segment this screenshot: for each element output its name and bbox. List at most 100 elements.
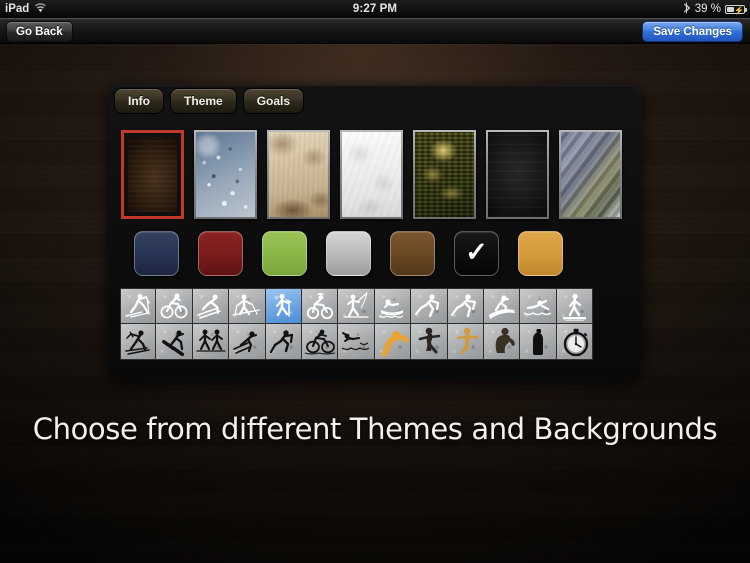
tab-bar: Info Theme Goals bbox=[114, 88, 305, 114]
beige-grunge-texture[interactable] bbox=[267, 130, 330, 219]
icon-glyph bbox=[158, 325, 191, 358]
alpine-ski-icon[interactable] bbox=[229, 324, 266, 360]
icon-glyph bbox=[303, 290, 336, 323]
status-bar-time: 9:27 PM bbox=[352, 3, 398, 15]
texture-preview bbox=[196, 132, 255, 217]
dark-wood-texture[interactable] bbox=[121, 130, 184, 219]
gold-runner-icon[interactable] bbox=[447, 324, 484, 360]
texture-preview bbox=[128, 137, 177, 212]
icon-glyph bbox=[521, 290, 554, 323]
save-changes-label: Save Changes bbox=[653, 25, 732, 38]
color-swatch-navy[interactable] bbox=[134, 231, 179, 276]
texture-frame bbox=[340, 130, 403, 219]
downhill-ski-icon[interactable] bbox=[192, 288, 230, 324]
tab-label: Goals bbox=[256, 94, 291, 108]
texture-frame bbox=[194, 130, 257, 219]
icon-glyph bbox=[122, 290, 155, 323]
color-swatch-black[interactable]: ✓ bbox=[454, 231, 499, 276]
texture-preview bbox=[415, 132, 474, 217]
road-cycling-icon[interactable] bbox=[301, 324, 339, 360]
sprint-icon[interactable] bbox=[447, 288, 484, 324]
icon-glyph bbox=[158, 290, 191, 323]
fishing-icon[interactable] bbox=[338, 288, 375, 324]
icon-glyph bbox=[376, 290, 409, 323]
icon-glyph bbox=[449, 290, 482, 323]
icon-glyph bbox=[267, 290, 300, 323]
icon-glyph bbox=[230, 290, 263, 323]
icon-glyph bbox=[558, 325, 591, 358]
swimming-icon[interactable] bbox=[520, 288, 557, 324]
olive-grunge-texture[interactable] bbox=[413, 130, 476, 219]
texture-frame bbox=[121, 130, 184, 219]
icon-glyph bbox=[122, 325, 155, 358]
icon-glyph bbox=[194, 290, 227, 323]
stopwatch-icon[interactable] bbox=[556, 324, 594, 360]
icon-glyph bbox=[485, 325, 518, 358]
bluetooth-icon bbox=[683, 2, 691, 17]
icon-row bbox=[120, 288, 630, 324]
tab-info[interactable]: Info bbox=[114, 88, 164, 114]
texture-preview bbox=[561, 132, 620, 217]
activity-icon-grid bbox=[120, 288, 630, 360]
water-bottle-icon[interactable] bbox=[520, 324, 557, 360]
icon-glyph bbox=[267, 325, 300, 358]
texture-frame bbox=[559, 130, 622, 219]
tab-label: Info bbox=[128, 94, 150, 108]
running-icon[interactable] bbox=[411, 288, 448, 324]
theme-color-row: ✓ bbox=[134, 231, 563, 276]
status-bar-right: 39 % ⚡ bbox=[683, 2, 747, 17]
ski-jump-icon[interactable] bbox=[156, 324, 193, 360]
black-texture[interactable] bbox=[486, 130, 549, 219]
snowboard-icon[interactable] bbox=[483, 288, 521, 324]
tab-theme[interactable]: Theme bbox=[170, 88, 237, 114]
icon-glyph bbox=[558, 290, 591, 323]
sprinter-icon[interactable] bbox=[265, 324, 302, 360]
caption-text: Choose from different Themes and Backgro… bbox=[32, 412, 718, 446]
color-swatch-gold[interactable] bbox=[518, 231, 563, 276]
mountain-bike-icon[interactable] bbox=[301, 288, 339, 324]
color-swatch-dark-red[interactable] bbox=[198, 231, 243, 276]
icon-glyph bbox=[376, 325, 409, 358]
team-skate-icon[interactable] bbox=[192, 324, 230, 360]
icon-glyph bbox=[412, 290, 445, 323]
water-drops-texture[interactable] bbox=[194, 130, 257, 219]
color-swatch-green[interactable] bbox=[262, 231, 307, 276]
color-swatch-brown[interactable] bbox=[390, 231, 435, 276]
orange-crouch-icon[interactable] bbox=[374, 324, 412, 360]
hiking-icon[interactable] bbox=[265, 288, 302, 324]
battery-charging-icon: ⚡ bbox=[725, 4, 747, 15]
blue-streak-texture[interactable] bbox=[559, 130, 622, 219]
texture-preview bbox=[269, 132, 328, 217]
open-water-swim-icon[interactable] bbox=[338, 324, 375, 360]
status-bar: iPad 9:27 PM 39 % ⚡ bbox=[0, 0, 750, 18]
icon-glyph bbox=[230, 325, 263, 358]
icon-glyph bbox=[412, 325, 445, 358]
icon-glyph bbox=[485, 290, 518, 323]
battery-percent: 39 % bbox=[694, 3, 721, 15]
dark-runner-icon[interactable] bbox=[411, 324, 448, 360]
cross-country-ski-icon[interactable] bbox=[120, 288, 157, 324]
heavy-runner-icon[interactable] bbox=[483, 324, 521, 360]
check-icon: ✓ bbox=[465, 237, 488, 267]
icon-row bbox=[120, 324, 630, 360]
icon-glyph bbox=[340, 325, 373, 358]
background-texture-row bbox=[121, 130, 622, 219]
cycling-icon[interactable] bbox=[156, 288, 193, 324]
icon-glyph bbox=[340, 290, 373, 323]
icon-glyph bbox=[194, 325, 227, 358]
tab-goals[interactable]: Goals bbox=[242, 88, 305, 114]
theme-settings-panel: Info Theme Goals ✓ bbox=[108, 85, 642, 381]
color-swatch-silver[interactable] bbox=[326, 231, 371, 276]
rowing-icon[interactable] bbox=[374, 288, 412, 324]
icon-glyph bbox=[521, 325, 554, 358]
navigation-toolbar: Go Back Save Changes bbox=[0, 18, 750, 44]
save-changes-button[interactable]: Save Changes bbox=[642, 21, 743, 42]
texture-frame bbox=[413, 130, 476, 219]
nordic-walking-icon[interactable] bbox=[229, 288, 266, 324]
white-marble-texture[interactable] bbox=[340, 130, 403, 219]
icon-glyph bbox=[449, 325, 482, 358]
biathlon-icon[interactable] bbox=[120, 324, 157, 360]
go-back-button[interactable]: Go Back bbox=[6, 21, 73, 42]
tab-label: Theme bbox=[184, 94, 223, 108]
treadmill-walk-icon[interactable] bbox=[556, 288, 594, 324]
